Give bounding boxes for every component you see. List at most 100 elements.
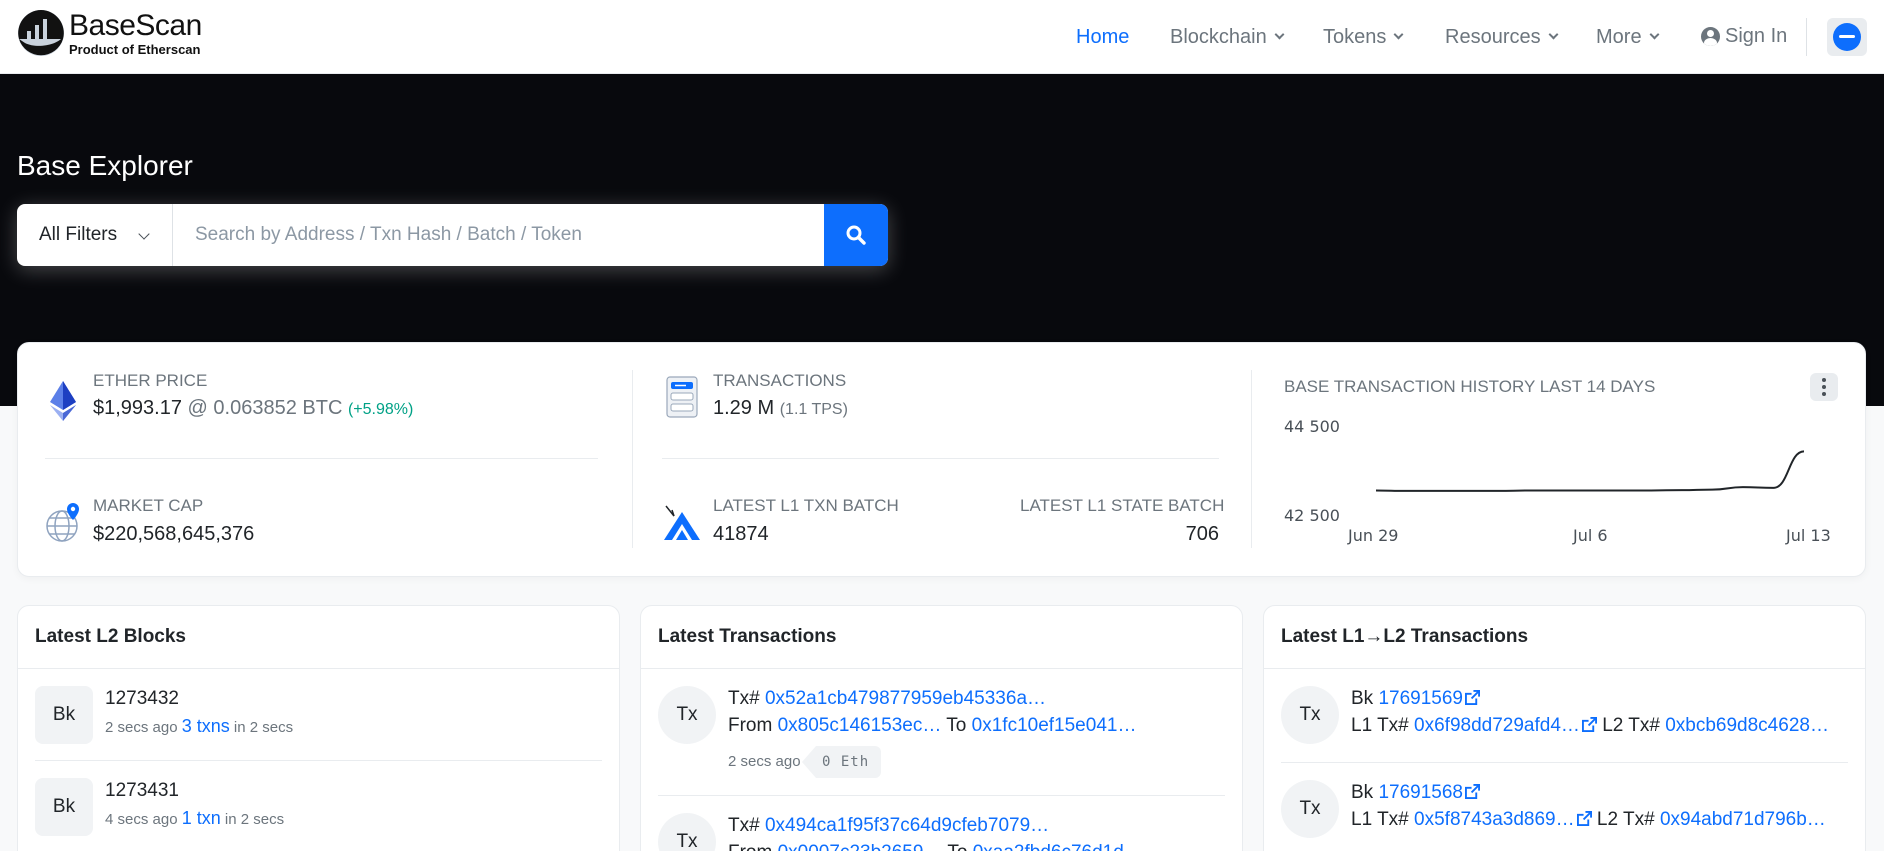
l1-block-line: Bk 17691568 [1351,782,1481,804]
panel-header-divider [1264,668,1865,669]
block-number-link[interactable]: 1273432 [105,688,179,710]
basescan-logo-icon [17,9,65,57]
external-link-icon [1581,717,1597,732]
nav-home[interactable]: Home [1076,24,1129,50]
tx-hash-link[interactable]: 0x494ca1f95f37c64d9cfeb7079… [765,815,1049,836]
tx-to-link[interactable]: 0xaa2fbd6c76d1d… [973,842,1143,851]
ethereum-icon [50,381,76,421]
basescan-logo[interactable]: BaseScan Product of Etherscan [17,9,202,57]
external-link-icon [1576,811,1592,826]
l1-block-link[interactable]: 17691568 [1378,782,1481,803]
tx-from-link[interactable]: 0x0007c23b2659… [778,842,943,851]
l1-tx-prefix: L1 Tx# [1351,809,1409,830]
l2-tx-link[interactable]: 0xbcb69d8c4628… [1665,715,1829,736]
panel-header-divider [641,668,1242,669]
l1-tx-link[interactable]: 0x6f98dd729afd4… [1414,715,1597,736]
nav-tokens[interactable]: Tokens [1323,24,1404,50]
latest-l2-blocks-panel: Latest L2 Blocks Bk 1273432 2 secs ago 3… [17,605,620,851]
l1-l2-hash-line: L1 Tx# 0x6f98dd729afd4… L2 Tx# 0xbcb69d8… [1351,715,1829,737]
block-badge: Bk [35,778,93,836]
tx-from-link[interactable]: 0x805c146153ec… [778,715,942,736]
chart-title: BASE TRANSACTION HISTORY LAST 14 DAYS [1284,377,1656,396]
nav-resources[interactable]: Resources [1445,24,1559,50]
l1-block-line: Bk 17691569 [1351,688,1481,710]
chevron-down-icon [1393,29,1404,40]
transactions-value[interactable]: 1.29 M (1.1 TPS) [713,397,848,420]
block-badge: Bk [35,686,93,744]
y-tick-label: 42 500 [1284,506,1340,525]
l1-l2-hash-line: L1 Tx# 0x5f8743a3d869… L2 Tx# 0x94abd71d… [1351,809,1826,831]
server-icon [666,376,698,418]
search-button[interactable] [824,204,888,266]
latest-transactions-panel: Latest Transactions Tx Tx# 0x52a1cb47987… [640,605,1243,851]
l1-tx-link[interactable]: 0x5f8743a3d869… [1414,809,1592,830]
block-duration: in 2 secs [233,719,294,736]
transactions-count: 1.29 M [713,397,775,419]
block-age: 2 secs ago [105,719,178,736]
nav-resources-label: Resources [1445,25,1541,48]
globe-icon [46,503,79,542]
search-bar: All Filters [17,204,888,266]
nav-tokens-label: Tokens [1323,25,1387,48]
l1-tx-prefix: L1 Tx# [1351,715,1409,736]
ether-price-label: ETHER PRICE [93,371,208,390]
external-link-icon [1465,784,1481,799]
external-link-icon [1465,690,1481,705]
transaction-history-chart[interactable] [1370,420,1810,520]
tx-prefix: Tx# [728,688,760,709]
x-tick-label: Jun 29 [1348,526,1399,545]
ether-price-value[interactable]: $1,993.17 @ 0.063852 BTC (+5.98%) [93,397,413,420]
latest-l1-state-batch-value[interactable]: 706 [1119,523,1219,546]
tx-prefix: Tx# [728,815,760,836]
stats-divider [662,458,1219,459]
block-number-link[interactable]: 1273431 [105,780,179,802]
latest-l1-l2-transactions-panel: Latest L1→L2 Transactions Tx Bk 17691569… [1263,605,1866,851]
nav-blockchain[interactable]: Blockchain [1170,24,1285,50]
tx-age: 2 secs ago [728,753,801,770]
panel-title: Latest L2 Blocks [35,626,186,647]
chart-menu-button[interactable] [1810,373,1838,401]
tx-hash-line: Tx# 0x52a1cb479877959eb45336a… [728,688,1046,710]
nav-divider [1806,18,1807,56]
l2-tx-prefix: L2 Tx# [1602,715,1660,736]
panel-header-divider [18,668,619,669]
ether-price-btc: @ 0.063852 BTC [187,397,343,419]
tx-from-to-line: From 0x805c146153ec… To 0x1fc10ef15e041… [728,715,1136,737]
chevron-down-icon [138,228,150,240]
row-divider [658,795,1225,796]
search-input[interactable] [173,204,824,266]
series-line [1375,450,1805,492]
brand-name: BaseScan [69,8,202,42]
chevron-down-icon [1274,29,1285,40]
to-label: To [946,715,967,736]
block-txns-link[interactable]: 1 txn [182,808,221,828]
brand-subtitle: Product of Etherscan [69,41,201,57]
chevron-down-icon [1649,29,1660,40]
ether-price-change: (+5.98%) [347,401,414,418]
l2-tx-link[interactable]: 0x94abd71d796b… [1660,809,1826,830]
block-txns-link[interactable]: 3 txns [182,716,230,736]
market-cap-label: MARKET CAP [93,496,204,515]
search-icon [846,225,866,245]
chevron-down-icon [1548,29,1559,40]
kebab-dot [1822,385,1826,389]
latest-l1-state-batch-label: LATEST L1 STATE BATCH [1020,496,1225,515]
nav-more-label: More [1596,25,1642,48]
transactions-label: TRANSACTIONS [713,371,847,390]
top-navbar: BaseScan Product of Etherscan Home Block… [0,0,1884,74]
stats-divider [45,458,598,459]
batch-mountain-icon [664,505,700,540]
search-filter-select[interactable]: All Filters [17,204,173,266]
sign-in-link[interactable]: Sign In [1701,23,1787,49]
search-filter-label: All Filters [39,224,118,245]
tx-hash-link[interactable]: 0x52a1cb479877959eb45336a… [765,688,1046,709]
latest-l1-txn-batch-value[interactable]: 41874 [713,523,769,546]
tx-to-link[interactable]: 0x1fc10ef15e041… [972,715,1137,736]
x-tick-label: Jul 6 [1573,526,1608,545]
l1-block-link[interactable]: 17691569 [1378,688,1481,709]
from-label: From [728,715,773,736]
nav-more[interactable]: More [1596,24,1660,50]
l2-tx-prefix: L2 Tx# [1596,809,1655,830]
panel-title: Latest Transactions [658,626,837,647]
theme-toggle-button[interactable] [1827,18,1867,56]
